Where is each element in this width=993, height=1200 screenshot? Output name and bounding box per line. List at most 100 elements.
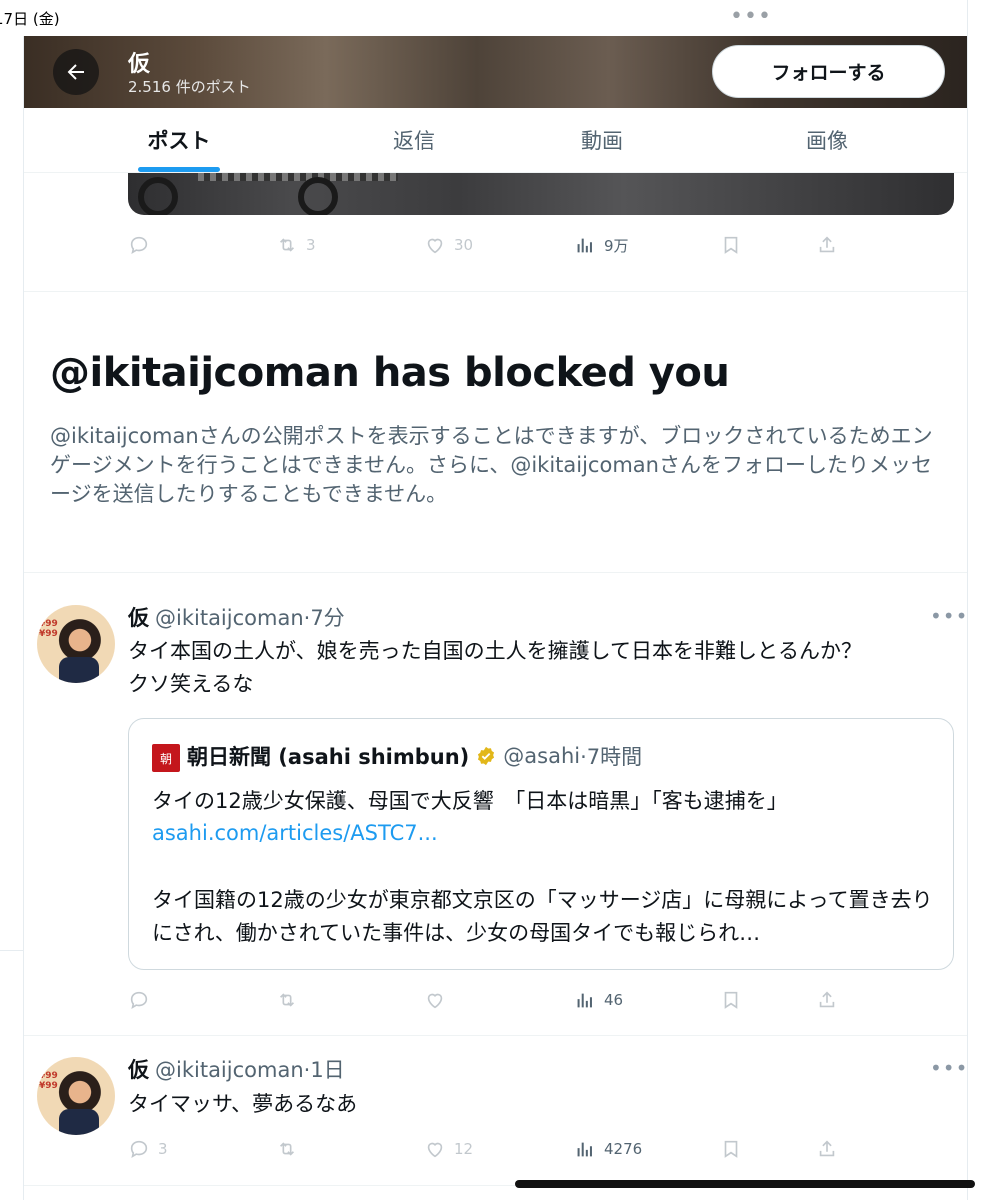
post-actions: 46 [128,985,848,1015]
blocked-title: @ikitaijcoman has blocked you [50,350,730,396]
media-detail [138,177,178,215]
post-count: 2.516 件のポスト [128,78,251,96]
quote-link[interactable]: asahi.com/articles/ASTC7... [152,821,438,845]
divider [24,1035,967,1036]
profile-header: 仮 2.516 件のポスト フォローする [24,36,967,108]
tweet-text: タイ本国の土人が、娘を売った自国の土人を擁護して日本を非難しとるんか？ クソ笑え… [128,635,948,701]
tweet-header: 仮 @ikitaijcoman ·1日 [128,1054,345,1084]
column-border-left [23,36,24,1200]
share-icon [819,991,835,1008]
view-count: 46 [604,991,624,1009]
more-options-icon[interactable]: ••• [930,604,968,628]
heart-icon [427,1142,443,1158]
heart-icon [427,993,443,1009]
view-count: 4276 [604,1140,643,1158]
tweet-author-handle[interactable]: @ikitaijcoman [155,606,304,630]
like-count: 12 [454,1140,474,1158]
repost-icon [279,993,295,1007]
tweet-author-handle[interactable]: @ikitaijcoman [155,1058,304,1082]
status-bar: 17日 (金) ••• [0,0,993,36]
share-button[interactable] [816,230,838,260]
reply-icon [130,1140,148,1159]
tab-posts[interactable]: ポスト [119,108,239,172]
quote-author-name: 朝日新聞 (asahi shimbun) [187,745,470,769]
quote-timestamp: ·7時間 [580,745,643,769]
home-indicator[interactable] [515,1180,975,1188]
divider [24,572,967,573]
media-detail [198,173,398,181]
divider [24,291,967,292]
post-actions: 3 12 4276 [128,1134,848,1164]
verified-badge-icon [478,746,495,766]
tweet-author-name[interactable]: 仮 [128,1054,149,1084]
reply-button[interactable]: 3 [128,1134,168,1164]
profile-tabs: ポスト 返信 動画 画像 [24,108,967,173]
status-date: 17日 (金) [0,10,60,28]
quote-author-handle: @asahi [503,744,581,768]
heart-icon [427,238,443,254]
quote-tweet-card[interactable]: 朝 朝日新聞 (asahi shimbun) @asahi ·7時間 タイの12… [128,718,954,970]
bookmark-icon [724,1140,738,1158]
avatar-detail [59,1109,99,1135]
repost-count: 3 [306,236,316,254]
bookmark-button[interactable] [720,1134,742,1164]
tweet-text-line: タイマッサ、夢あるなあ [128,1092,358,1116]
bookmark-button[interactable] [720,230,742,260]
views-button[interactable]: 4276 [574,1134,642,1164]
like-button[interactable] [424,985,454,1015]
tweet-text-line: クソ笑えるな [128,672,254,696]
avatar-detail: ¥99 ¥99 [39,619,58,639]
repost-button[interactable] [276,1134,306,1164]
post-media-image[interactable] [128,173,954,215]
views-button[interactable]: 9万 [574,230,629,260]
reply-button[interactable] [128,230,158,260]
tab-active-indicator [138,167,220,172]
tweet-author-name[interactable]: 仮 [128,602,149,632]
analytics-icon [577,238,592,253]
post-actions: 3 30 9万 [128,230,848,260]
like-button[interactable]: 12 [424,1134,473,1164]
share-icon [819,1140,835,1157]
quote-header: 朝日新聞 (asahi shimbun) @asahi ·7時間 [187,741,642,771]
blocked-description: @ikitaijcomanさんの公開ポストを表示することはできますが、ブロックさ… [50,424,933,506]
tab-images[interactable]: 画像 [767,108,887,172]
tab-videos[interactable]: 動画 [542,108,662,172]
reply-icon [130,236,148,255]
column-border-right [967,0,968,1200]
follow-button[interactable]: フォローする [712,45,945,98]
analytics-icon [577,993,592,1008]
profile-name: 仮 [128,52,151,77]
analytics-icon [577,1142,592,1157]
repost-icon [279,238,295,252]
avatar[interactable]: ¥99 ¥99 [37,1057,115,1135]
multitask-dots-icon[interactable]: ••• [730,4,772,29]
arrow-left-icon [67,64,84,80]
avatar-detail [59,657,99,683]
repost-icon [279,1142,295,1156]
tweet-timestamp[interactable]: ·1日 [304,1054,345,1084]
back-button[interactable] [53,49,99,95]
views-button[interactable]: 46 [574,985,623,1015]
tab-replies[interactable]: 返信 [354,108,474,172]
view-count: 9万 [604,236,629,255]
more-options-icon[interactable]: ••• [930,1056,968,1080]
tweet-timestamp[interactable]: ·7分 [304,602,345,632]
like-count: 30 [454,236,474,254]
tweet-header: 仮 @ikitaijcoman ·7分 [128,602,345,632]
avatar-detail: ¥99 ¥99 [39,1071,58,1091]
repost-button[interactable]: 3 [276,230,316,260]
reply-count: 3 [158,1140,168,1158]
share-button[interactable] [816,1134,838,1164]
repost-button[interactable] [276,985,306,1015]
reply-button[interactable] [128,985,158,1015]
bookmark-button[interactable] [720,985,742,1015]
tweet-text: タイマッサ、夢あるなあ [128,1088,948,1121]
avatar[interactable]: ¥99 ¥99 [37,605,115,683]
outside-divider [0,950,23,951]
media-detail [298,177,338,215]
like-button[interactable]: 30 [424,230,473,260]
bookmark-icon [724,991,738,1009]
asahi-logo-icon: 朝 [152,744,180,772]
share-button[interactable] [816,985,838,1015]
share-icon [819,236,835,253]
